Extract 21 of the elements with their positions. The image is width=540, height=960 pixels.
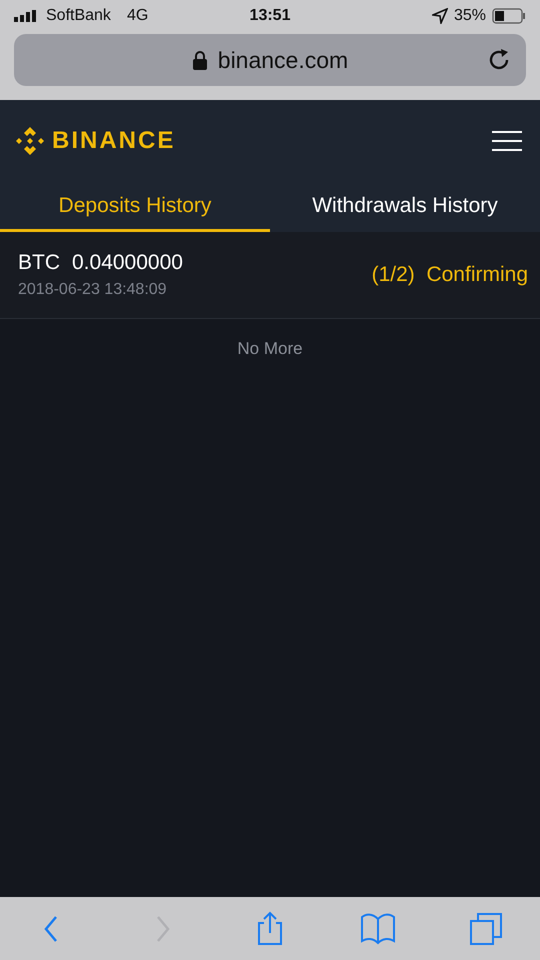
- battery-icon: [492, 8, 526, 24]
- address-bar[interactable]: binance.com: [14, 34, 526, 86]
- squares-icon[interactable]: [468, 910, 504, 946]
- carrier-name: SoftBank: [46, 7, 111, 25]
- network-type: 4G: [126, 7, 148, 25]
- deposit-time: 2018-06-23 13:48:09: [18, 281, 168, 299]
- diamond-logo-icon[interactable]: [14, 125, 46, 157]
- lock-icon: [192, 50, 208, 70]
- battery-percent: 35%: [454, 7, 486, 25]
- deposit-amount: 0.04000000: [72, 251, 183, 275]
- book-icon[interactable]: [360, 910, 396, 946]
- menu-icon[interactable]: [492, 131, 522, 151]
- logo-text[interactable]: BINANCE: [52, 127, 176, 155]
- url-text: binance.com: [218, 46, 348, 74]
- clock-time: 13:51: [250, 7, 290, 25]
- deposit-row[interactable]: BTC 0.04000000 2018-06-23 13:48:09 (1/2) Confirming: [0, 232, 540, 319]
- history-tab[interactable]: Withdrawals History: [270, 182, 540, 232]
- deposit-status: (1/2) Confirming: [372, 263, 528, 287]
- list-end-text: No More: [236, 338, 304, 360]
- coin-symbol: BTC: [18, 251, 60, 275]
- location-arrow-icon: [432, 8, 448, 24]
